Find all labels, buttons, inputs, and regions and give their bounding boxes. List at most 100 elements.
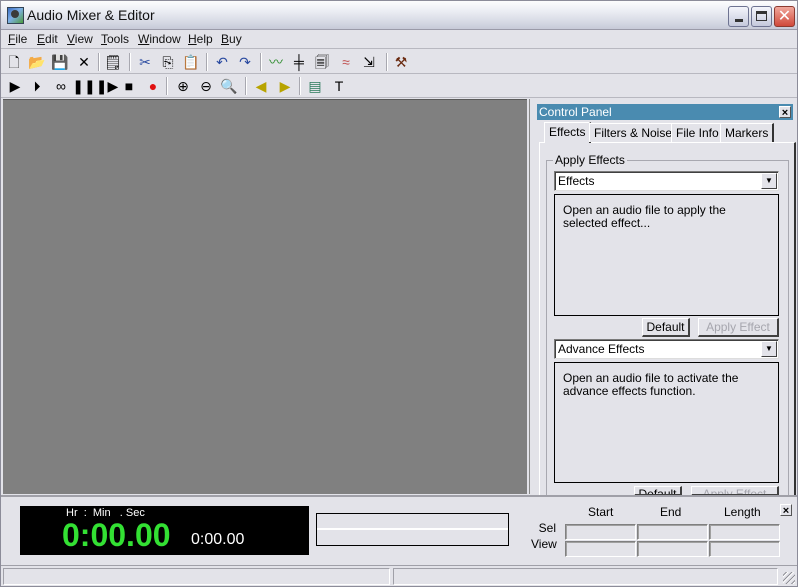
redo-button[interactable]: ↷ [235,52,255,72]
tab-filters-noise[interactable]: Filters & Noise [589,123,679,142]
menu-file[interactable]: File [8,32,27,46]
volume-left-button[interactable]: ◀ [251,76,271,96]
volume-left-icon: ◀ [255,78,267,94]
zoom-full-icon: 🔍 [220,78,238,94]
control-panel: Control Panel × Effects Filters & Noise … [529,99,797,502]
zoom-out-icon: ⊖ [200,78,212,94]
effects-dropdown[interactable]: Effects ▼ [554,171,779,191]
loop-icon: ∞ [56,78,66,94]
view-length-field[interactable] [709,541,780,557]
app-window: Audio Mixer & Editor ✕ File Edit View Tools… [0,0,798,587]
resize-grip[interactable] [783,572,795,584]
copy-button[interactable]: ⎘ [158,52,178,72]
chevron-down-icon[interactable]: ▼ [761,173,777,189]
save-button[interactable]: 💾 [50,52,70,72]
record-icon: ● [148,78,158,94]
tab-markers[interactable]: Markers [720,123,775,142]
tools-hammer-button[interactable]: ⚒ [391,52,411,72]
maximize-button[interactable] [751,6,772,27]
sel-length-field[interactable] [709,524,780,540]
toolbar-separator [299,77,301,95]
menu-edit[interactable]: Edit [37,32,58,46]
toolbar-separator [166,77,168,95]
text-tool-button[interactable]: T [329,76,349,96]
advance-effects-message-box: Open an audio file to activate the advan… [554,362,779,483]
control-panel-close-icon[interactable]: × [779,106,791,119]
view-panel-button[interactable]: ▤ [305,76,325,96]
pause-button[interactable]: ❚❚ [72,76,95,96]
cut-icon: ✂ [139,54,151,70]
record-button[interactable]: ● [143,76,163,96]
level-meter [316,513,509,546]
transport-toolbar: ▶ ⏵ ∞ ❚❚ ❚▶ ■ ● ⊕ ⊖ 🔍 ◀ ▶ ▤ T [1,74,797,98]
clipboard-file-button[interactable]: 🗐 [312,52,332,72]
volume-right-button[interactable]: ▶ [275,76,295,96]
stop-button[interactable]: ■ [119,76,139,96]
toolbar-separator [206,53,208,71]
menu-help[interactable]: Help [188,32,213,46]
close-button[interactable]: ✕ [74,52,94,72]
save-icon: 💾 [51,54,69,70]
control-panel-title-bar: Control Panel × [537,104,793,120]
editor-workspace[interactable] [3,99,527,494]
tab-file-info[interactable]: File Info [671,123,725,142]
paste-icon: 📋 [182,54,200,70]
apply-effect-button[interactable]: Apply Effect [698,318,779,337]
view-end-field[interactable] [637,541,708,557]
transport-panel-close-icon[interactable]: × [780,504,792,517]
play-button[interactable]: ▶ [5,76,25,96]
export-button[interactable]: ⇲ [359,52,379,72]
undo-icon: ↶ [216,54,228,70]
window-title: Audio Mixer & Editor [27,7,155,23]
properties-icon: 🗒 [104,54,122,70]
text-tool-icon: T [334,78,344,94]
split-button[interactable]: ╪ [289,52,309,72]
open-folder-icon: 📂 [28,54,46,70]
tab-effects[interactable]: Effects [544,122,592,143]
chevron-down-icon[interactable]: ▼ [761,341,777,357]
total-time: 0:00.00 [191,531,245,548]
start-header: Start [588,505,614,519]
zoom-full-button[interactable]: 🔍 [219,76,239,96]
view-row-label: View [531,537,557,551]
loop-button[interactable]: ∞ [51,76,71,96]
advance-effects-dropdown[interactable]: Advance Effects ▼ [554,339,779,359]
clipboard-file-icon: 🗐 [315,54,329,70]
transport-panel: Hr : Min . Sec 0:00.00 0:00.00 Start End… [1,495,797,565]
menu-view[interactable]: View [67,32,93,46]
menu-buy[interactable]: Buy [221,32,242,46]
zoom-in-button[interactable]: ⊕ [173,76,193,96]
sel-start-field[interactable] [565,524,636,540]
paste-button[interactable]: 📋 [181,52,201,72]
play-icon: ▶ [9,78,21,94]
redo-icon: ↷ [239,54,251,70]
zoom-out-button[interactable]: ⊖ [196,76,216,96]
play-next-button[interactable]: ❚▶ [96,76,119,96]
menu-window[interactable]: Window [138,32,181,46]
open-folder-button[interactable]: 📂 [27,52,47,72]
close-button[interactable]: ✕ [774,6,795,27]
stop-icon: ■ [124,78,134,94]
view-panel-icon: ▤ [308,78,322,94]
time-display: Hr : Min . Sec 0:00.00 0:00.00 [20,506,309,555]
properties-button[interactable]: 🗒 [103,52,123,72]
menu-tools[interactable]: Tools [101,32,129,46]
waveform-button[interactable]: 〰 [266,52,286,72]
cut-button[interactable]: ✂ [135,52,155,72]
copy-icon: ⎘ [162,54,174,70]
volume-right-icon: ▶ [279,78,291,94]
split-icon: ╪ [294,54,304,70]
view-start-field[interactable] [565,541,636,557]
tools-hammer-icon: ⚒ [394,54,408,70]
default-button[interactable]: Default [642,318,690,337]
crossfade-button[interactable]: ≈ [336,52,356,72]
undo-button[interactable]: ↶ [212,52,232,72]
zoom-in-icon: ⊕ [177,78,189,94]
sel-end-field[interactable] [637,524,708,540]
minimize-button[interactable] [728,6,749,27]
play-selection-icon: ⏵ [33,78,41,94]
effects-message-box: Open an audio file to apply the selected… [554,194,779,316]
new-file-button[interactable]: 🗋 [4,52,24,72]
play-selection-button[interactable]: ⏵ [27,76,47,96]
current-time: 0:00.00 [62,517,171,553]
